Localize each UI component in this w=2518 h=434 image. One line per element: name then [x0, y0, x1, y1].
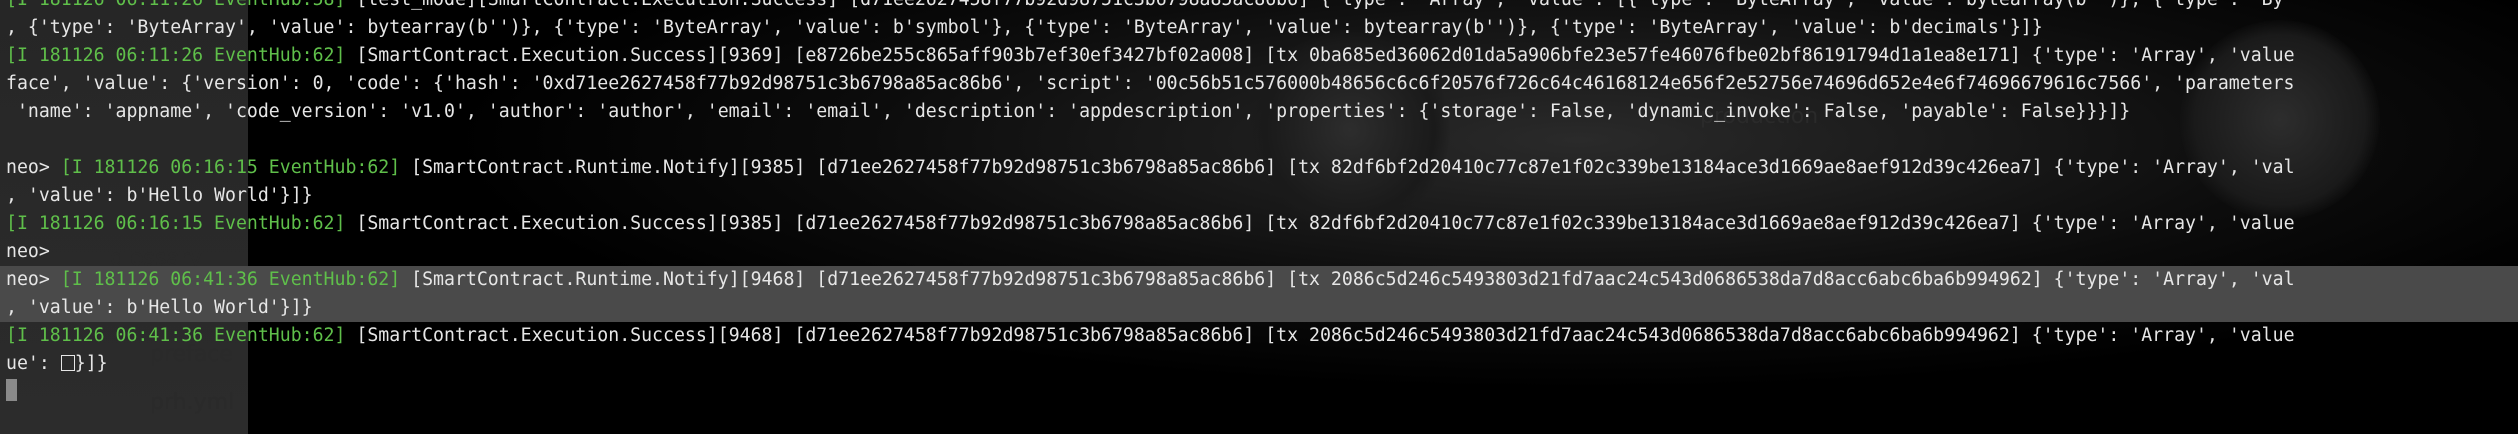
- log-text: ue':: [6, 353, 61, 374]
- terminal-cursor: [6, 379, 17, 401]
- terminal-line: , 'value': b'Hello World'}]}: [0, 182, 2518, 210]
- log-text: [SmartContract.Runtime.Notify][9468] [d7…: [400, 269, 2295, 290]
- log-text: , 'value': b'Hello World'}]}: [6, 185, 313, 206]
- log-text: neo>: [6, 269, 61, 290]
- terminal-line: , {'type': 'ByteArray', 'value': bytearr…: [0, 14, 2518, 42]
- terminal-line: 'name': 'appname', 'code_version': 'v1.0…: [0, 98, 2518, 126]
- log-text: 'name': 'appname', 'code_version': 'v1.0…: [6, 101, 2131, 122]
- log-timestamp: [I 181126 06:16:15 EventHub:62]: [6, 213, 346, 234]
- terminal-line-selected: neo> [I 181126 06:41:36 EventHub:62] [Sm…: [0, 266, 2518, 294]
- log-text: neo>: [6, 241, 50, 262]
- terminal-line: face', 'value': {'version': 0, 'code': {…: [0, 70, 2518, 98]
- terminal-line-selected: , 'value': b'Hello World'}]}: [0, 294, 2518, 322]
- log-timestamp: [I 181126 06:16:15 EventHub:62]: [60, 157, 401, 178]
- terminal-output[interactable]: [I 181126 06:11:26 EventHub:58] [test_mo…: [0, 0, 2518, 434]
- log-text: [SmartContract.Execution.Success][9385] …: [345, 213, 2295, 234]
- empty-array-glyph: [60, 355, 75, 371]
- log-timestamp: [I 181126 06:41:36 EventHub:62]: [6, 325, 346, 346]
- terminal-line: [I 181126 06:11:26 EventHub:58] [test_mo…: [0, 0, 2518, 14]
- log-text: , 'value': b'Hello World'}]}: [6, 297, 313, 318]
- terminal-line: ue': }]}: [0, 350, 2518, 378]
- log-timestamp: [I 181126 06:41:36 EventHub:62]: [60, 269, 401, 290]
- log-text: neo>: [6, 157, 61, 178]
- terminal-line: [I 181126 06:11:26 EventHub:62] [SmartCo…: [0, 42, 2518, 70]
- log-timestamp: [I 181126 06:11:26 EventHub:58]: [6, 0, 345, 10]
- log-text: [SmartContract.Execution.Success][9468] …: [345, 325, 2295, 346]
- log-text: [SmartContract.Execution.Success][9369] …: [345, 45, 2295, 66]
- log-text: , {'type': 'ByteArray', 'value': bytearr…: [6, 17, 2043, 38]
- log-timestamp: [I 181126 06:11:26 EventHub:62]: [6, 45, 346, 66]
- log-text: face', 'value': {'version': 0, 'code': {…: [6, 73, 2295, 94]
- log-text: }]}: [74, 353, 108, 374]
- log-text: [test_mode][SmartContract.Execution.Succ…: [345, 0, 2283, 10]
- terminal-line: [I 181126 06:16:15 EventHub:62] [SmartCo…: [0, 210, 2518, 238]
- terminal-line: neo>: [0, 238, 2518, 266]
- terminal-line: [I 181126 06:41:36 EventHub:62] [SmartCo…: [0, 322, 2518, 350]
- terminal-line: neo> [I 181126 06:16:15 EventHub:62] [Sm…: [0, 154, 2518, 182]
- terminal-line: [0, 378, 2518, 406]
- log-text: [SmartContract.Runtime.Notify][9385] [d7…: [400, 157, 2295, 178]
